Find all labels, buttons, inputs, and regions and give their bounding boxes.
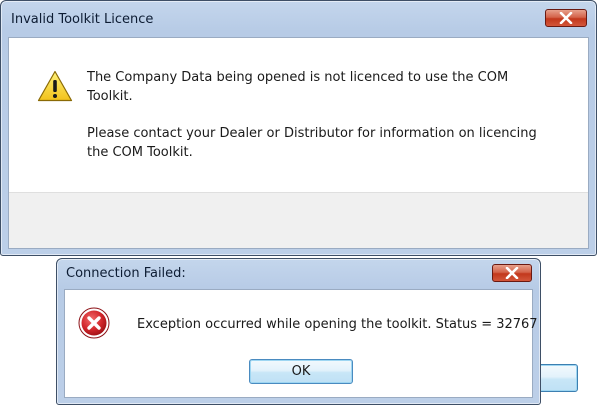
ok-button[interactable]: OK bbox=[249, 359, 353, 384]
error-icon bbox=[78, 307, 110, 339]
licence-message: The Company Data being opened is not lic… bbox=[87, 70, 509, 104]
connection-failed-dialog: Connection Failed: Exception occurred wh… bbox=[56, 258, 541, 405]
warning-icon bbox=[37, 70, 73, 102]
close-button[interactable] bbox=[545, 9, 587, 27]
dialog-content: Exception occurred while opening the too… bbox=[64, 289, 538, 398]
button-area: OK bbox=[9, 192, 588, 392]
close-icon bbox=[505, 267, 519, 279]
close-button[interactable] bbox=[492, 264, 532, 282]
dialog-title: Invalid Toolkit Licence bbox=[11, 12, 154, 27]
dialog-content: The Company Data being opened is not lic… bbox=[8, 37, 589, 392]
dialog-titlebar[interactable]: Connection Failed: bbox=[57, 259, 540, 289]
message-area: The Company Data being opened is not lic… bbox=[9, 38, 588, 192]
exception-message: Exception occurred while opening the too… bbox=[137, 317, 538, 332]
close-icon bbox=[559, 12, 573, 24]
dialog-titlebar[interactable]: Invalid Toolkit Licence bbox=[1, 1, 596, 37]
dialog-title: Connection Failed: bbox=[66, 266, 186, 281]
invalid-licence-dialog: Invalid Toolkit Licence The Company Data… bbox=[0, 0, 597, 392]
contact-message: Please contact your Dealer or Distributo… bbox=[87, 126, 537, 160]
